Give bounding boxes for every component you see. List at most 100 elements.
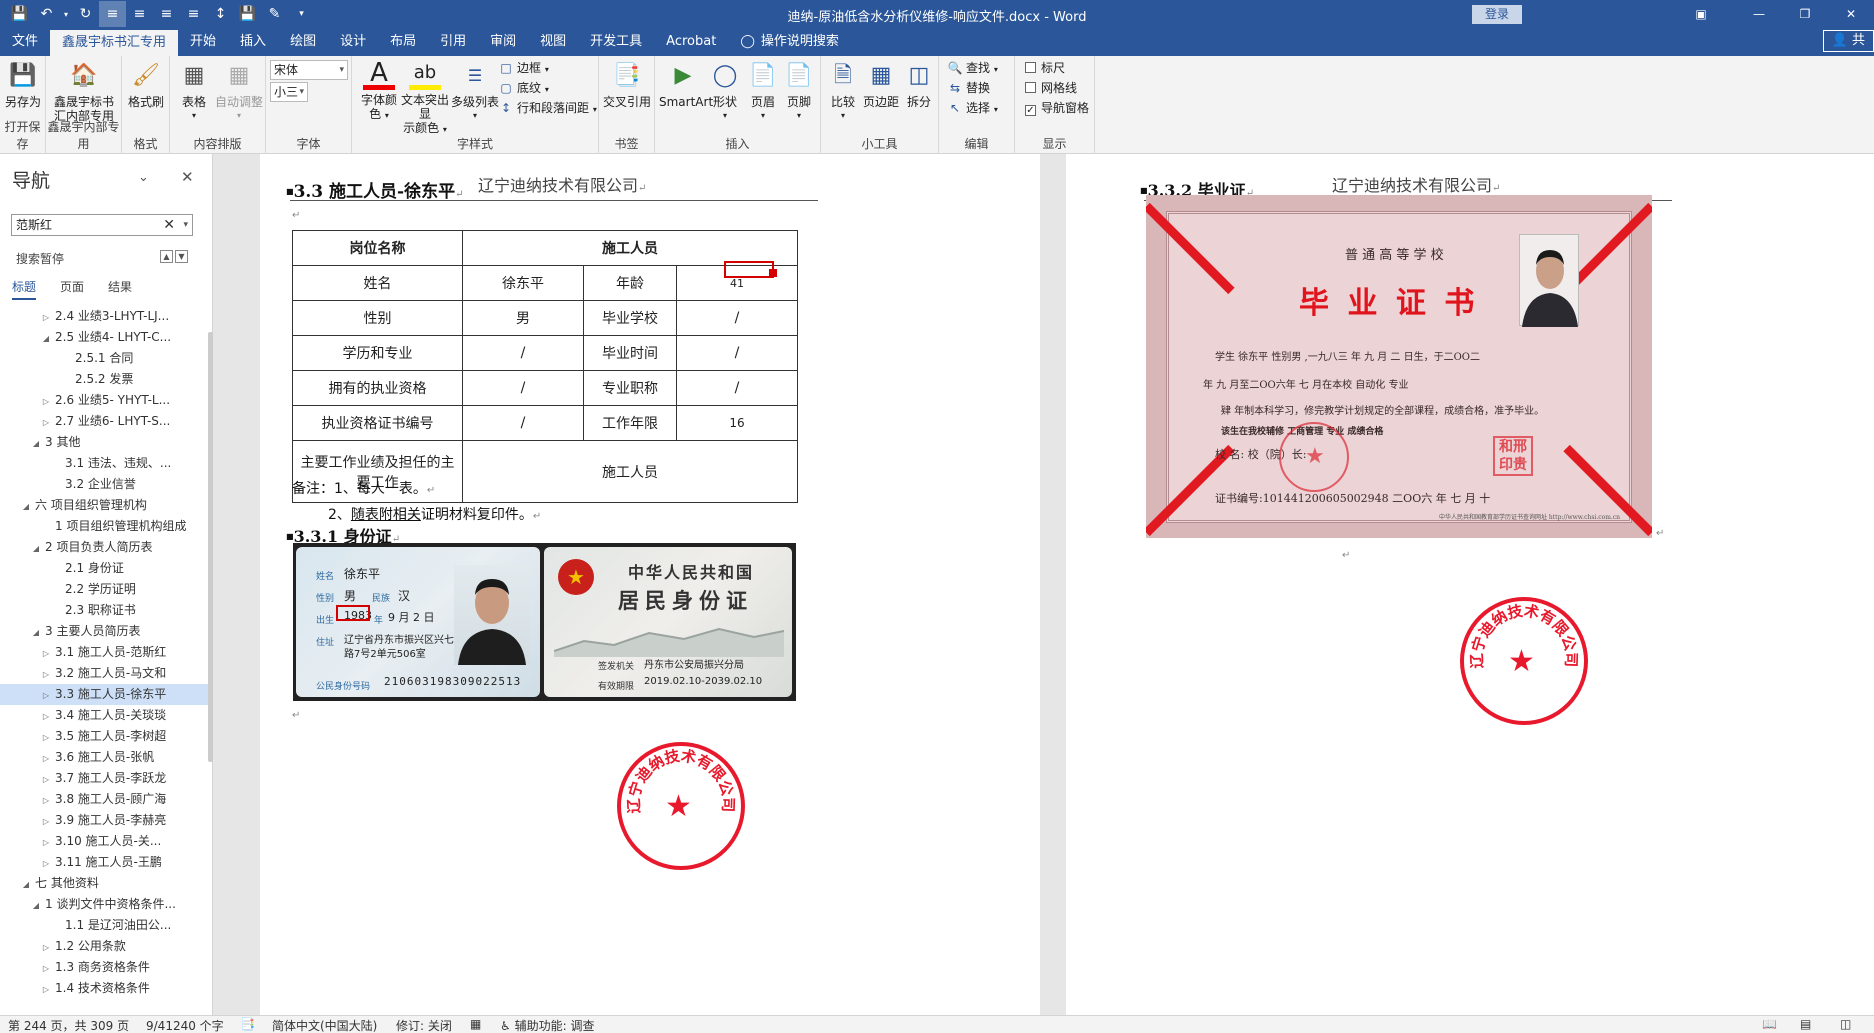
collapse-arrow-icon[interactable]: ◢	[30, 622, 42, 643]
nav-heading-item[interactable]: ▷ 2.6 业绩5- YHYT-L...	[0, 390, 210, 411]
share-button[interactable]: 👤 共	[1822, 30, 1874, 52]
nav-tab-headings[interactable]: 标题	[12, 278, 37, 300]
tab-references[interactable]: 引用	[428, 28, 478, 56]
table-cell[interactable]: 姓名	[292, 265, 463, 301]
undo-icon[interactable]: ↶	[33, 1, 60, 27]
collapse-arrow-icon[interactable]: ◢	[30, 538, 42, 559]
nav-heading-item[interactable]: 1.1 是辽河油田公...	[0, 915, 210, 936]
restore-icon[interactable]: ❐	[1782, 0, 1828, 28]
save-icon[interactable]: 💾	[6, 1, 33, 27]
align-left-icon[interactable]: ≡	[99, 1, 126, 27]
expand-arrow-icon[interactable]: ▷	[40, 769, 52, 790]
nav-heading-item[interactable]: 3.1 违法、违规、...	[0, 453, 210, 474]
expand-arrow-icon[interactable]: ▷	[40, 412, 52, 433]
nav-heading-item[interactable]: ◢ 七 其他资料	[0, 873, 210, 894]
nav-heading-item[interactable]: ◢ 3 其他	[0, 432, 210, 453]
tab-insert[interactable]: 插入	[228, 28, 278, 56]
nav-heading-item[interactable]: 1 项目组织管理机构组成	[0, 516, 210, 537]
nav-heading-item[interactable]: ▷ 1.2 公用条款	[0, 936, 210, 957]
expand-arrow-icon[interactable]: ▷	[40, 664, 52, 685]
ribbon-display-options-icon[interactable]: ▣	[1666, 0, 1736, 28]
table-cell[interactable]: 执业资格证书编号	[292, 405, 463, 441]
nav-heading-item[interactable]: ▷ 3.11 施工人员-王鹏	[0, 852, 210, 873]
nav-heading-item[interactable]: ▷ 2.7 业绩6- LHYT-S...	[0, 411, 210, 432]
expand-arrow-icon[interactable]: ▷	[40, 811, 52, 832]
font-name-select[interactable]: 宋体 ▾	[270, 60, 348, 80]
nav-heading-item[interactable]: ▷ 3.7 施工人员-李跃龙	[0, 768, 210, 789]
nav-heading-item[interactable]: ◢ 3 主要人员简历表	[0, 621, 210, 642]
cross-reference-button[interactable]: 📑 交叉引用	[599, 60, 655, 110]
auto-adjust-button[interactable]: ▦ 自动调整 ▾	[214, 60, 264, 123]
tab-design[interactable]: 设计	[328, 28, 378, 56]
document-page-2[interactable]: 辽宁迪纳技术有限公司↵ ■3.3.2 毕业证↵ 普 通 高 等 学 校 毕 业 …	[1066, 154, 1874, 1015]
expand-arrow-icon[interactable]: ▷	[40, 391, 52, 412]
table-cell[interactable]: 16	[676, 405, 798, 441]
nav-heading-item[interactable]: 2.1 身份证	[0, 558, 210, 579]
nav-heading-item[interactable]: 3.2 企业信誉	[0, 474, 210, 495]
save-as-button[interactable]: 💾 另存为	[0, 60, 46, 110]
tab-acrobat[interactable]: Acrobat	[654, 28, 728, 56]
format-painter-button[interactable]: 🖌 格式刷	[122, 60, 170, 110]
compare-button[interactable]: 🗎 比较 ▾	[823, 60, 863, 123]
track-changes-status[interactable]: 修订: 关闭	[396, 1017, 452, 1033]
nav-heading-item[interactable]: ▷ 3.8 施工人员-顾广海	[0, 789, 210, 810]
nav-options-icon[interactable]: ⌄	[138, 170, 149, 185]
gridlines-checkbox[interactable]: 网格线	[1025, 78, 1077, 98]
expand-arrow-icon[interactable]: ▷	[40, 790, 52, 811]
collapse-arrow-icon[interactable]: ◢	[20, 496, 32, 517]
resize-handle[interactable]	[769, 269, 777, 277]
collapse-arrow-icon[interactable]: ◢	[40, 328, 52, 349]
nav-heading-item[interactable]: ▷ 1.3 商务资格条件	[0, 957, 210, 978]
table-cell[interactable]: 学历和专业	[292, 335, 463, 371]
undo-dropdown-icon[interactable]: ▾	[60, 1, 72, 27]
collapse-arrow-icon[interactable]: ◢	[30, 895, 42, 916]
tab-draw[interactable]: 绘图	[278, 28, 328, 56]
xsy-internal-button[interactable]: 🏠 鑫晟宇标书 汇内部专用	[50, 60, 118, 124]
tab-view[interactable]: 视图	[528, 28, 578, 56]
replace-button[interactable]: ⇆ 替换	[947, 78, 990, 98]
document-page-1[interactable]: 辽宁迪纳技术有限公司↵ ■3.3 施工人员-徐东平↵ ↵ 岗位名称 施工人员 姓…	[260, 154, 1040, 1015]
login-button[interactable]: 登录	[1472, 5, 1522, 24]
table-button[interactable]: ▦ 表格 ▾	[172, 60, 216, 123]
format-painter-icon[interactable]: ✎	[261, 1, 288, 27]
chevron-down-icon[interactable]: ▾	[183, 215, 188, 235]
table-cell[interactable]: 毕业时间	[583, 335, 677, 371]
id-card-image[interactable]: 姓名 徐东平 性别 男 民族 汉 出生 1983 年 9 月 2 日 住址 辽宁…	[293, 543, 796, 701]
table-cell[interactable]: 年龄	[583, 265, 677, 301]
nav-heading-item[interactable]: 2.5.1 合同	[0, 348, 210, 369]
justify-icon[interactable]: ≡	[180, 1, 207, 27]
shading-button[interactable]: ▢ 底纹 ▾	[498, 78, 549, 98]
ruler-checkbox[interactable]: 标尺	[1025, 58, 1065, 78]
tab-review[interactable]: 审阅	[478, 28, 528, 56]
footer-button[interactable]: 📄 页脚 ▾	[779, 60, 819, 123]
split-button[interactable]: ◫ 拆分	[899, 60, 939, 110]
expand-arrow-icon[interactable]: ▷	[40, 958, 52, 979]
collapse-arrow-icon[interactable]: ◢	[20, 874, 32, 895]
nav-heading-item[interactable]: ◢ 2.5 业绩4- LHYT-C...	[0, 327, 210, 348]
previous-result-icon[interactable]: ▲	[160, 250, 173, 263]
table-cell[interactable]: 性别	[292, 300, 463, 336]
proofing-icon[interactable]: 📑	[240, 1017, 255, 1031]
clear-search-icon[interactable]: ✕	[163, 215, 175, 235]
nav-close-icon[interactable]: ✕	[181, 168, 194, 186]
expand-arrow-icon[interactable]: ▷	[40, 643, 52, 664]
tab-xsy[interactable]: 鑫晟宇标书汇专用	[50, 30, 179, 56]
expand-arrow-icon[interactable]: ▷	[40, 937, 52, 958]
nav-tab-results[interactable]: 结果	[108, 278, 132, 300]
align-right-icon[interactable]: ≡	[153, 1, 180, 27]
nav-heading-item[interactable]: ▷ 3.2 施工人员-马文和	[0, 663, 210, 684]
nav-heading-item[interactable]: ▷ 3.4 施工人员-关琰琰	[0, 705, 210, 726]
nav-heading-item[interactable]: ▷ 2.4 业绩3-LHYT-LJ...	[0, 306, 210, 327]
table-cell[interactable]: 拥有的执业资格	[292, 370, 463, 406]
expand-arrow-icon[interactable]: ▷	[40, 727, 52, 748]
tab-file[interactable]: 文件	[0, 28, 50, 56]
accessibility-status[interactable]: ♿ 辅助功能: 调查	[500, 1017, 594, 1033]
table-cell[interactable]: /	[676, 370, 798, 406]
nav-heading-item[interactable]: ▷ 1.4 技术资格条件	[0, 978, 210, 999]
nav-heading-item[interactable]: ▷ 3.6 施工人员-张帆	[0, 747, 210, 768]
find-button[interactable]: 🔍 查找 ▾	[947, 58, 998, 78]
read-mode-icon[interactable]: 📖	[1762, 1017, 1777, 1031]
word-count[interactable]: 9/41240 个字	[146, 1017, 224, 1033]
save-as-icon[interactable]: 💾	[234, 1, 261, 27]
highlight-button[interactable]: ab 文本突出显 示颜色 ▾	[396, 60, 454, 137]
